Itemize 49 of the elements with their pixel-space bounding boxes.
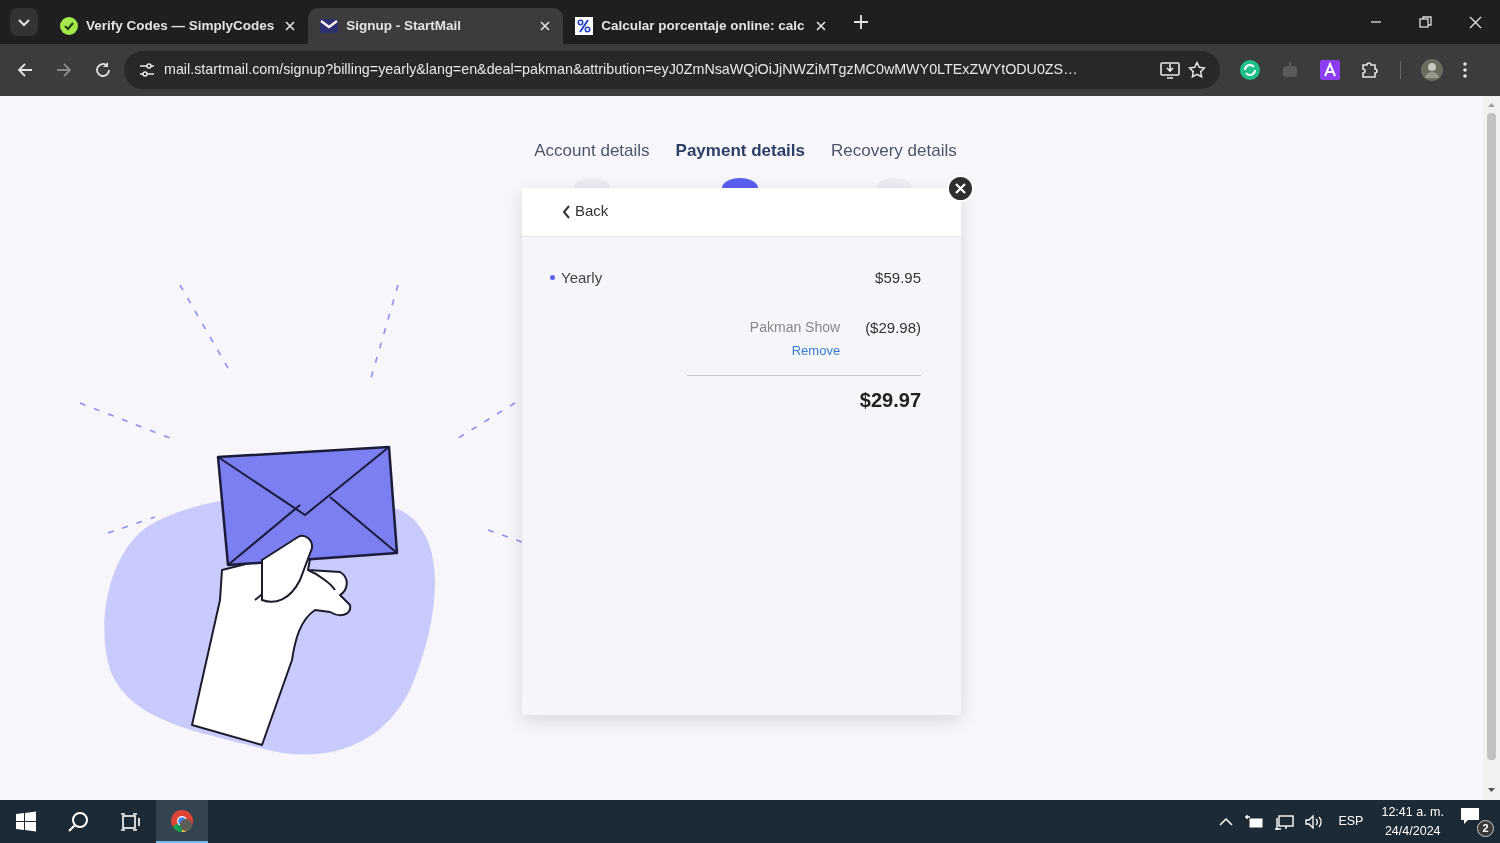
network-icon[interactable] bbox=[1274, 813, 1295, 830]
bookmark-star-icon[interactable] bbox=[1188, 61, 1206, 79]
notification-count: 2 bbox=[1477, 819, 1494, 837]
percent-icon bbox=[575, 17, 594, 35]
url-text: mail.startmail.com/signup?billing=yearly&lang=en&deal=pakman&attribution=eyJ0ZmNsaWQiOiJjNWZiMTgzMC0wMWY0LTExZWYtODU0ZS… bbox=[164, 60, 1079, 80]
scrollbar-thumb[interactable] bbox=[1487, 113, 1496, 760]
scrollbar[interactable] bbox=[1483, 96, 1500, 800]
restore-icon[interactable] bbox=[1416, 13, 1434, 31]
menu-icon[interactable] bbox=[1463, 62, 1467, 78]
tab-search-button[interactable] bbox=[10, 8, 38, 36]
volume-icon[interactable] bbox=[1304, 813, 1325, 830]
browser-tab[interactable]: Verify Codes — SimplyCodes bbox=[48, 8, 309, 44]
address-bar[interactable]: mail.startmail.com/signup?billing=yearly&lang=en&deal=pakman&attribution=eyJ0ZmNsaWQiOiJjNWZiMTgzMC0wMWY0LTExZWYtODU0ZS… bbox=[124, 51, 1220, 89]
step-tab[interactable]: Recovery details bbox=[831, 138, 957, 164]
site-settings-icon[interactable] bbox=[138, 62, 156, 78]
plan-name: Yearly bbox=[561, 267, 603, 288]
letter-a-extension-icon[interactable] bbox=[1320, 60, 1340, 80]
browser-tab[interactable]: Calcular porcentaje online: calc bbox=[563, 8, 839, 44]
envelope-icon bbox=[320, 17, 339, 35]
bullet-icon bbox=[550, 275, 555, 281]
clock-time[interactable]: 12:41 a. m. bbox=[1381, 802, 1444, 822]
clock-date[interactable]: 24/4/2024 bbox=[1384, 821, 1441, 841]
reload-icon[interactable] bbox=[94, 61, 112, 79]
back-icon[interactable] bbox=[16, 61, 34, 79]
sync-extension-icon[interactable] bbox=[1240, 60, 1260, 80]
back-link[interactable]: Back bbox=[562, 200, 609, 223]
forward-icon[interactable] bbox=[55, 61, 73, 79]
discount-amount: ($29.98) bbox=[865, 318, 921, 338]
remove-link[interactable]: Remove bbox=[791, 341, 841, 361]
windows-start-icon[interactable] bbox=[14, 809, 38, 834]
discount-name: Pakman Show bbox=[749, 318, 841, 337]
notifications-icon[interactable] bbox=[1460, 806, 1480, 825]
close-button[interactable] bbox=[947, 174, 974, 202]
battery-plug-icon[interactable] bbox=[1244, 813, 1265, 830]
plan-price: $59.95 bbox=[875, 267, 921, 288]
search-icon[interactable] bbox=[66, 809, 90, 834]
chevron-left-icon bbox=[562, 204, 571, 219]
extensions-icon[interactable] bbox=[1360, 60, 1380, 80]
profile-avatar-icon[interactable] bbox=[1421, 59, 1443, 81]
browser-tab[interactable]: Signup - StartMail bbox=[308, 8, 564, 44]
new-tab-icon[interactable] bbox=[852, 14, 869, 30]
language-indicator[interactable]: ESP bbox=[1338, 812, 1364, 831]
step-tab[interactable]: Payment details bbox=[675, 138, 806, 164]
check-icon bbox=[60, 17, 78, 35]
close-icon bbox=[955, 182, 966, 194]
step-tab[interactable]: Account details bbox=[534, 138, 650, 164]
chrome-icon[interactable] bbox=[170, 808, 194, 833]
total-price: $29.97 bbox=[859, 387, 921, 413]
install-app-icon[interactable] bbox=[1160, 61, 1180, 79]
